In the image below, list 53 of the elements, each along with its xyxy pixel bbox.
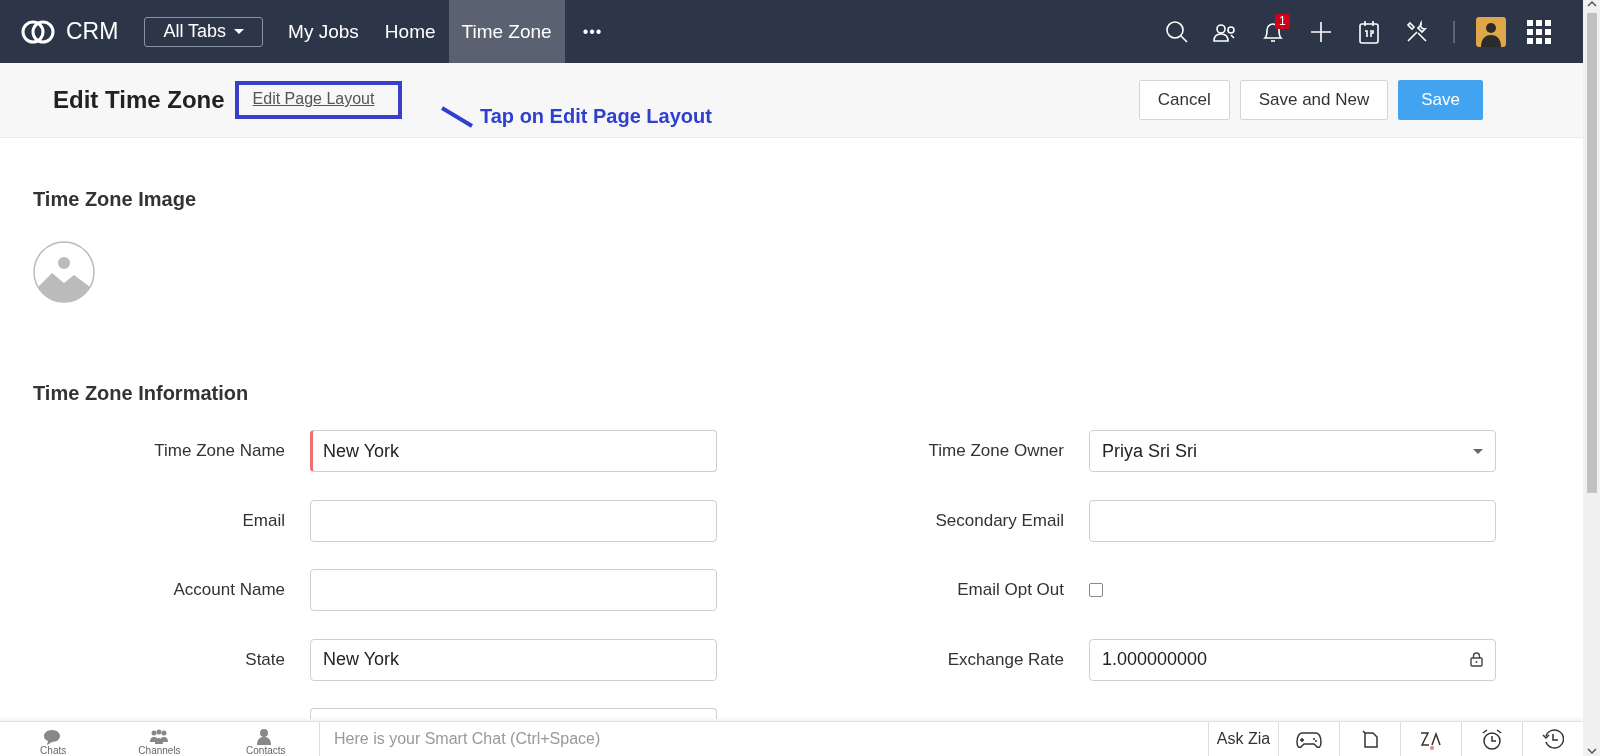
action-button[interactable]: Save and New — [1239, 80, 1389, 120]
alarm-clock-icon[interactable] — [1481, 728, 1503, 750]
avatar[interactable] — [1476, 16, 1506, 47]
checkbox[interactable] — [1089, 583, 1103, 597]
section-title: Time Zone Information — [33, 382, 250, 405]
field-label: Email Opt Out — [956, 580, 1064, 600]
lock-icon — [1470, 652, 1483, 667]
field-label: Exchange Rate — [946, 649, 1064, 670]
apps-grid-icon[interactable] — [1527, 19, 1551, 44]
nav-tab[interactable]: Time Zone — [448, 0, 565, 63]
nav-tab[interactable]: My Jobs — [275, 0, 372, 63]
input-field[interactable] — [310, 569, 717, 611]
history-icon[interactable] — [1542, 728, 1564, 750]
select-field[interactable]: Priya Sri Sri — [1089, 430, 1496, 472]
annotation-text: Tap on Edit Page Layout — [480, 105, 712, 128]
page-title: Edit Time Zone — [53, 86, 225, 114]
notification-badge: 1 — [1275, 13, 1290, 29]
calendar-icon[interactable] — [1358, 19, 1380, 44]
ask-zia-button[interactable]: Ask Zia — [1208, 722, 1278, 756]
input-field[interactable]: New York — [310, 430, 717, 472]
field-label: Time Zone Owner — [927, 441, 1064, 461]
input-field[interactable] — [310, 499, 717, 542]
field-label: Secondary Email — [934, 510, 1064, 531]
nav-tab[interactable]: Home — [371, 0, 449, 63]
edit-page-layout-link[interactable]: Edit Page Layout — [252, 90, 375, 108]
input-field[interactable] — [1089, 499, 1496, 542]
chat-bar-tab[interactable]: Channels — [106, 722, 213, 756]
action-button[interactable]: Cancel — [1138, 80, 1230, 120]
logo-text: CRM — [66, 18, 119, 45]
group-icon — [149, 729, 170, 745]
section-title: Time Zone Image — [33, 188, 197, 211]
caret-icon — [1473, 448, 1483, 454]
input-field[interactable]: 1.000000000 — [1089, 638, 1496, 681]
field-label: Time Zone Name — [153, 441, 285, 461]
input-field[interactable]: New York — [310, 638, 717, 681]
scrollbar-thumb[interactable] — [1586, 13, 1597, 493]
field-label: State — [244, 649, 285, 670]
field-label: Email — [241, 510, 285, 531]
leader-line — [440, 105, 474, 128]
plus-icon[interactable] — [1310, 20, 1332, 43]
scroll-up-icon[interactable] — [1586, 0, 1597, 9]
note-icon[interactable] — [1361, 729, 1379, 749]
caret-icon — [234, 29, 245, 34]
chat-bar-tab[interactable]: Chats — [0, 722, 107, 756]
scroll-down-icon[interactable] — [1586, 747, 1597, 756]
input-field[interactable] — [310, 708, 717, 719]
gamepad-icon[interactable] — [1296, 730, 1322, 748]
chat-bar-tab[interactable]: Contacts — [212, 722, 319, 756]
more-tabs-button[interactable]: ••• — [564, 22, 621, 41]
field-label: Account Name — [172, 580, 285, 600]
all-tabs-dropdown[interactable]: All Tabs — [144, 16, 264, 47]
search-icon[interactable] — [1165, 19, 1189, 44]
tools-icon[interactable] — [1405, 19, 1429, 44]
